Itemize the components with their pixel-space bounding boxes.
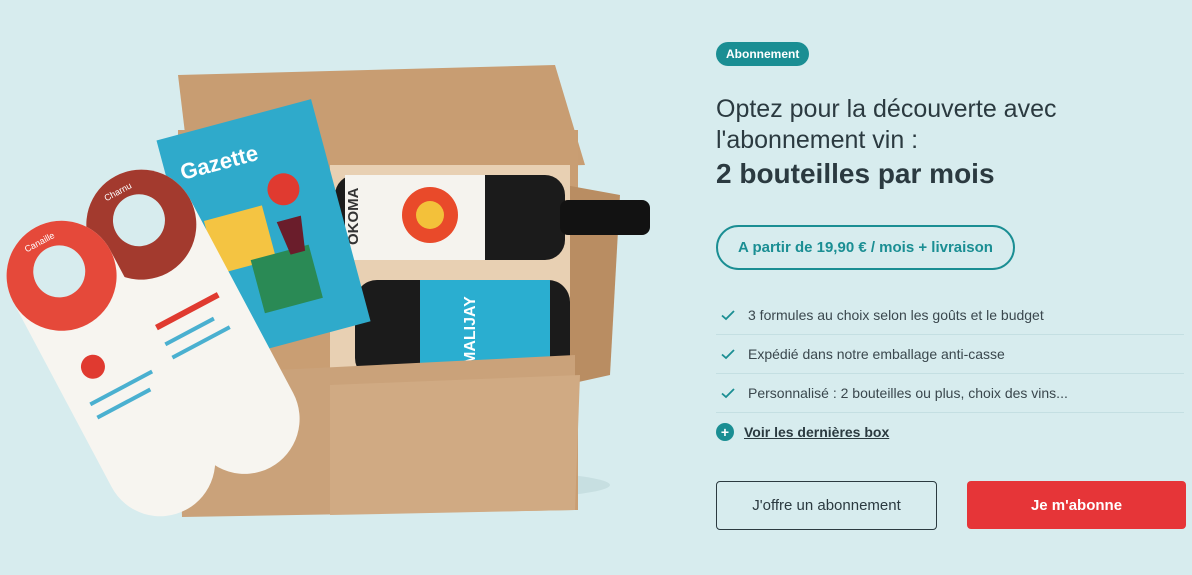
check-icon (721, 388, 735, 399)
feature-list: 3 formules au choix selon les goûts et l… (716, 296, 1184, 413)
latest-box-link[interactable]: + Voir les dernières box (716, 423, 1186, 441)
feature-text: Personnalisé : 2 bouteilles ou plus, cho… (748, 385, 1068, 401)
gift-subscription-button[interactable]: J'offre un abonnement (716, 481, 937, 530)
headline-strong: 2 bouteilles par mois (716, 158, 995, 189)
feature-text: 3 formules au choix selon les goûts et l… (748, 307, 1044, 323)
feature-item: Expédié dans notre emballage anti-casse (716, 335, 1184, 374)
category-badge: Abonnement (716, 42, 810, 66)
subscription-content: Abonnement Optez pour la découverte avec… (716, 42, 1186, 530)
latest-box-link-text[interactable]: Voir les dernières box (744, 424, 889, 440)
check-icon (721, 349, 735, 360)
headline-line-1: Optez pour la découverte avec (716, 95, 1057, 123)
feature-text: Expédié dans notre emballage anti-casse (748, 346, 1005, 362)
check-icon (721, 310, 735, 321)
subscription-hero: OKOMA MALIJAY Gazette Charnu Canaille Ab… (0, 0, 1192, 575)
feature-item: Personnalisé : 2 bouteilles ou plus, cho… (716, 374, 1184, 413)
subscribe-button[interactable]: Je m'abonne (967, 481, 1186, 529)
product-image: OKOMA MALIJAY Gazette Charnu Canaille (0, 55, 680, 525)
feature-item: 3 formules au choix selon les goûts et l… (716, 296, 1184, 335)
wine-box-illustration: OKOMA MALIJAY Gazette Charnu Canaille (6, 65, 650, 517)
plus-icon: + (716, 423, 734, 441)
headline: Optez pour la découverte avec l'abonneme… (716, 94, 1186, 156)
actions: J'offre un abonnement Je m'abonne (716, 481, 1186, 530)
price-pill: A partir de 19,90 € / mois + livraison (716, 225, 1015, 270)
malijay-label: MALIJAY (462, 296, 479, 365)
headline-line-2: l'abonnement vin : (716, 126, 919, 154)
